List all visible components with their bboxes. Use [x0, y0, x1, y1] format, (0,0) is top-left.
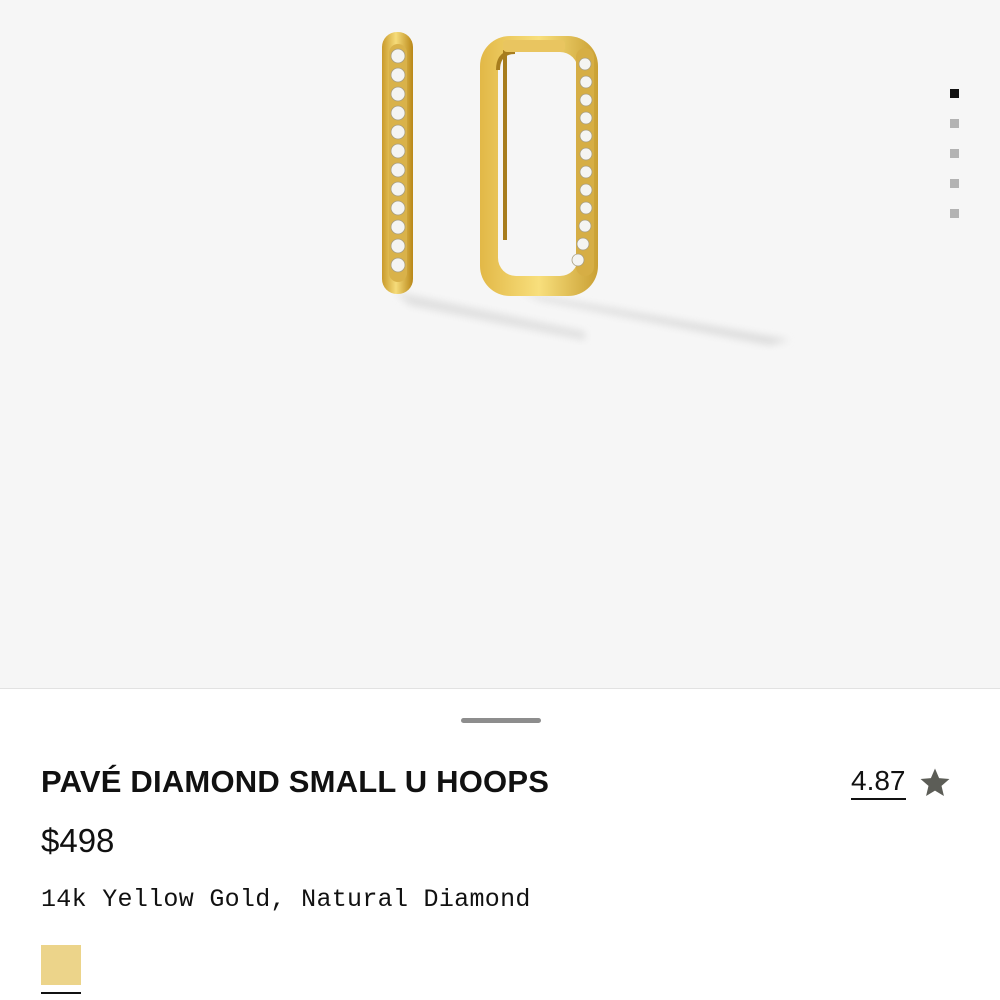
product-rating[interactable]: 4.87: [851, 766, 952, 800]
product-info-sheet: PAVÉ DIAMOND SMALL U HOOPS 4.87 $498 14k…: [0, 689, 1000, 1000]
gallery-dot-3[interactable]: [950, 149, 959, 158]
gallery-dot-5[interactable]: [950, 209, 959, 218]
rating-value[interactable]: 4.87: [851, 766, 906, 800]
star-icon: [920, 768, 949, 797]
gallery-dot-2[interactable]: [950, 119, 959, 128]
sheet-drag-handle[interactable]: [461, 718, 541, 723]
product-materials: 14k Yellow Gold, Natural Diamond: [41, 885, 531, 914]
product-title: PAVÉ DIAMOND SMALL U HOOPS: [41, 764, 550, 799]
swatch-selected-indicator: [41, 992, 81, 994]
product-image[interactable]: [0, 0, 1000, 688]
swatch-color: [41, 945, 81, 985]
gallery-dot-1[interactable]: [950, 89, 959, 98]
gallery-dot-4[interactable]: [950, 179, 959, 188]
gallery-pagination: [950, 89, 960, 239]
product-price: $498: [41, 822, 115, 859]
product-gallery[interactable]: [0, 0, 1000, 689]
metal-swatch-yellow-gold[interactable]: [41, 945, 81, 994]
